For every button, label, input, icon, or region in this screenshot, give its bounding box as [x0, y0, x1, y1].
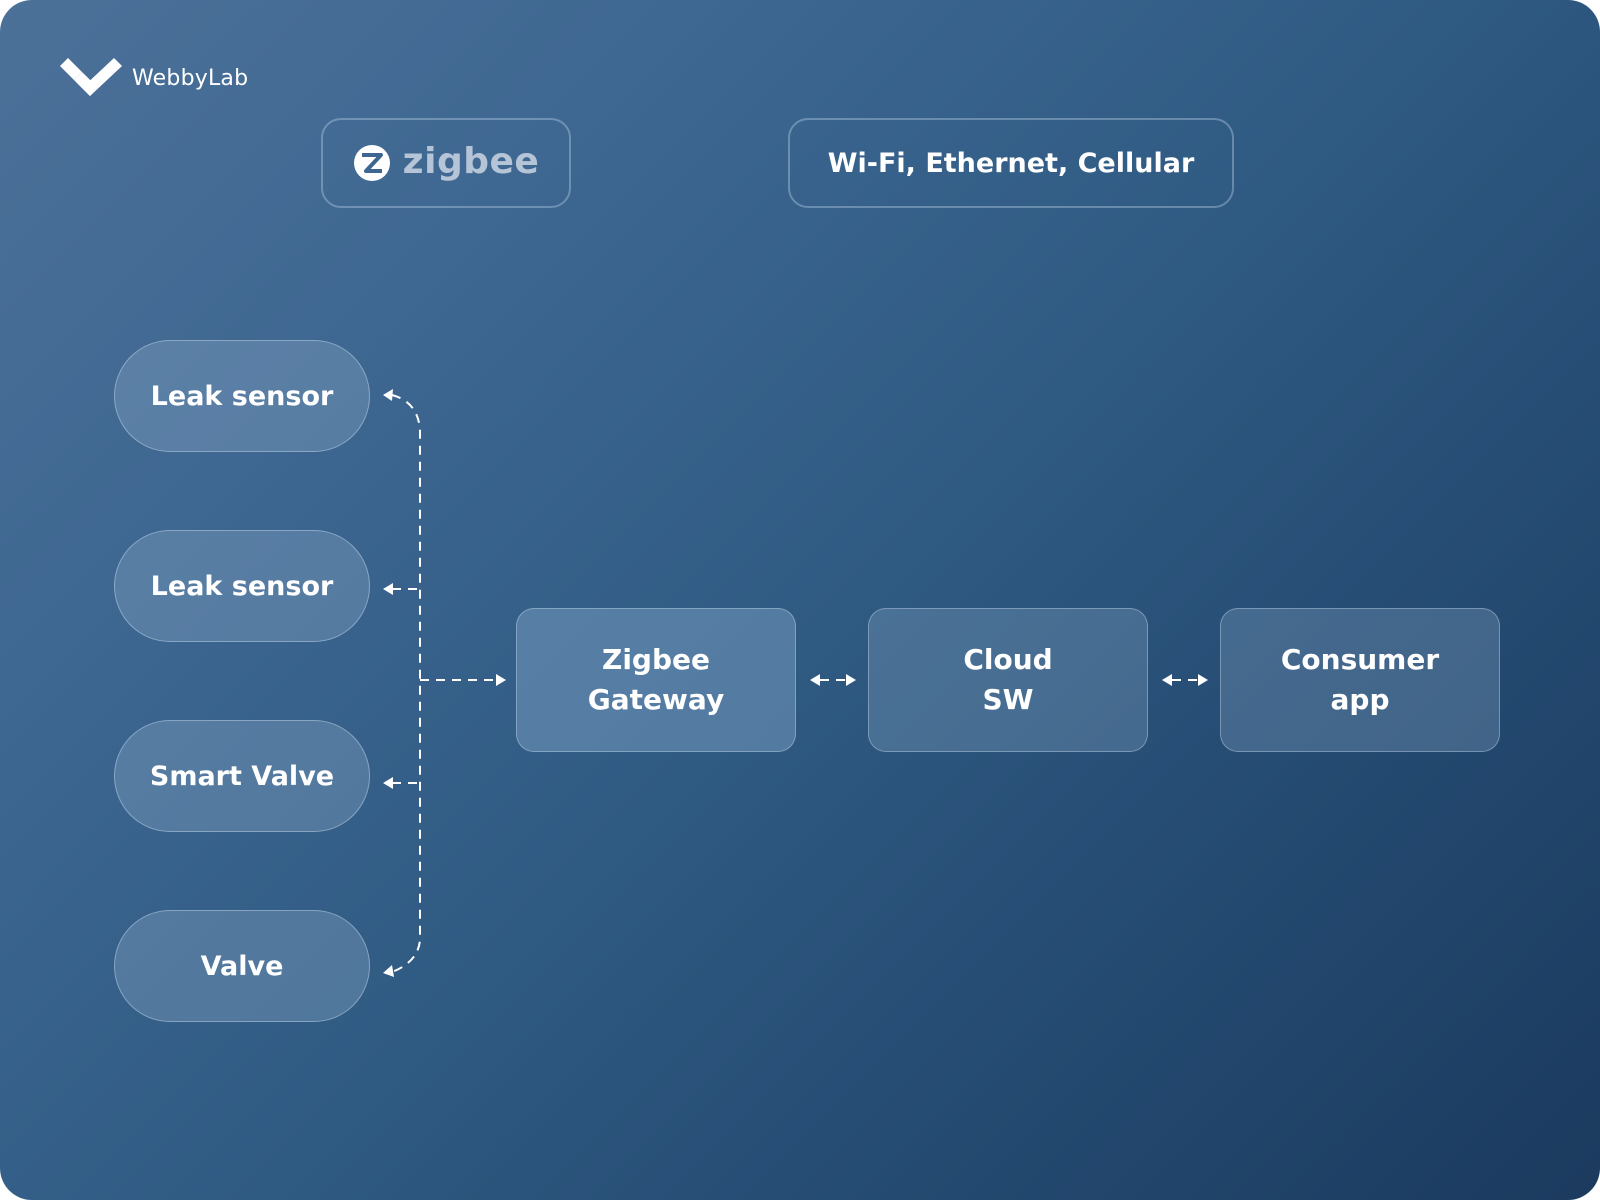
device-leak-sensor-1: Leak sensor — [114, 340, 370, 452]
arrow-right-icon — [1198, 674, 1208, 686]
node-label-line1: Consumer — [1280, 643, 1440, 676]
device-label: Smart Valve — [149, 760, 335, 792]
node-label-line2: Gateway — [587, 683, 725, 716]
arrow-left-icon — [383, 389, 393, 401]
zigbee-gateway-node: Zigbee Gateway — [516, 608, 796, 752]
arrow-left-icon — [810, 674, 820, 686]
node-label-line2: app — [1330, 683, 1390, 716]
cloud-sw-node: Cloud SW — [868, 608, 1148, 752]
zigbee-logo-icon — [353, 145, 390, 181]
device-valve: Valve — [114, 910, 370, 1022]
node-label-line1: Cloud — [963, 643, 1053, 676]
consumer-app-node: Consumer app — [1220, 608, 1500, 752]
device-leak-sensor-2: Leak sensor — [114, 530, 370, 642]
arrow-right-icon — [846, 674, 856, 686]
brand-logo: WebbyLab — [58, 58, 248, 98]
arrow-left-icon — [1162, 674, 1172, 686]
arrow-right-icon — [496, 674, 506, 686]
network-protocol-label: Wi-Fi, Ethernet, Cellular — [827, 147, 1195, 179]
arrow-left-icon — [383, 777, 393, 789]
device-smart-valve: Smart Valve — [114, 720, 370, 832]
arrow-left-icon — [383, 965, 394, 977]
webbylab-logo-icon — [60, 58, 122, 96]
brand-name: WebbyLab — [132, 65, 249, 91]
node-label-line1: Zigbee — [602, 643, 710, 676]
network-protocol-box: Wi-Fi, Ethernet, Cellular — [788, 118, 1234, 208]
zigbee-protocol-box: zigbee — [321, 118, 571, 208]
device-label: Leak sensor — [150, 570, 334, 602]
device-label: Leak sensor — [150, 380, 334, 412]
bus-connector-line — [391, 394, 421, 973]
node-label-line2: SW — [982, 683, 1034, 716]
diagram-canvas: WebbyLab zigbee Wi-Fi, Ethernet, Cellula… — [0, 0, 1600, 1200]
device-label: Valve — [200, 950, 284, 982]
arrow-left-icon — [383, 583, 393, 595]
zigbee-label: zigbee — [402, 140, 540, 182]
